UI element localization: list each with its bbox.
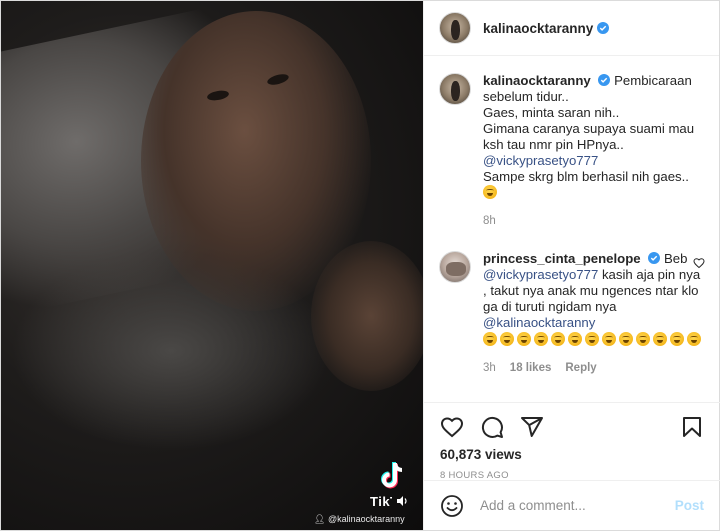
- tiktok-brand-text: TikTok: [370, 494, 408, 509]
- share-icon[interactable]: [520, 415, 544, 439]
- caption-meta: 8h: [483, 213, 705, 229]
- comment-body: princess_cinta_penelope Beb @vickypraset…: [483, 251, 705, 376]
- laughing-emoji-icon: [602, 332, 616, 346]
- emoji-icon[interactable]: [440, 494, 464, 518]
- video-hand-shape: [311, 241, 423, 391]
- grimace-emoji-icon: [483, 185, 497, 199]
- view-count[interactable]: 60,873 views: [440, 447, 704, 462]
- comment-icon[interactable]: [480, 415, 504, 439]
- laughing-emoji-icon: [517, 332, 531, 346]
- add-comment-bar: Post: [424, 480, 720, 530]
- tiktok-watermark-user: 👤︎ @kalinaocktaranny: [314, 514, 405, 524]
- caption-author-avatar[interactable]: [439, 73, 471, 105]
- author-avatar[interactable]: [439, 12, 471, 44]
- laughing-emoji-icon: [500, 332, 514, 346]
- action-icons-row: [440, 409, 704, 445]
- heart-icon[interactable]: [440, 415, 464, 439]
- comment-username[interactable]: princess_cinta_penelope: [483, 251, 641, 266]
- laughing-emoji-icon: [619, 332, 633, 346]
- comment-item: princess_cinta_penelope Beb @vickypraset…: [439, 251, 705, 376]
- post-side-panel: kalinaocktaranny kalinaocktaranny Pembic…: [423, 1, 720, 530]
- post-actions: 60,873 views 8 HOURS AGO: [424, 402, 720, 481]
- verified-badge-icon: [597, 22, 610, 34]
- laughing-emoji-icon: [585, 332, 599, 346]
- save-icon[interactable]: [680, 415, 704, 439]
- comment-meta: 3h 18 likes Reply: [483, 360, 705, 376]
- comment-emoji-line: [483, 332, 705, 348]
- laughing-emoji-icon: [551, 332, 565, 346]
- laughing-emoji-icon: [568, 332, 582, 346]
- laughing-emoji-icon: [653, 332, 667, 346]
- comment-time[interactable]: 3h: [483, 360, 496, 376]
- post-header: kalinaocktaranny: [424, 1, 719, 56]
- caption-item: kalinaocktaranny Pembicaraan sebelum tid…: [439, 73, 705, 229]
- comments-list[interactable]: kalinaocktaranny Pembicaraan sebelum tid…: [424, 57, 720, 402]
- comment-reply-button[interactable]: Reply: [565, 360, 596, 376]
- caption-mention-link[interactable]: @vickyprasetyo777: [483, 153, 705, 169]
- caption-line: Gaes, minta saran nih..: [483, 105, 620, 120]
- comment-mention-link[interactable]: @kalinaocktaranny: [483, 315, 705, 331]
- laughing-emoji-icon: [483, 332, 497, 346]
- laughing-emoji-icon: [534, 332, 548, 346]
- commenter-avatar[interactable]: [439, 251, 471, 283]
- caption-body: kalinaocktaranny Pembicaraan sebelum tid…: [483, 73, 705, 229]
- tiktok-logo-icon: [381, 462, 403, 489]
- caption-line: Gimana caranya supaya suami mau ksh tau …: [483, 121, 695, 152]
- comment-input[interactable]: [480, 498, 675, 513]
- laughing-emoji-icon: [687, 332, 701, 346]
- verified-badge-icon: [648, 252, 661, 264]
- post-video[interactable]: TikTok 👤︎ @kalinaocktaranny: [1, 1, 423, 530]
- caption-time[interactable]: 8h: [483, 213, 496, 229]
- caption-line: Sampe skrg blm berhasil nih gaes..: [483, 169, 689, 184]
- post-comment-button[interactable]: Post: [675, 498, 704, 513]
- comment-text: Beb: [663, 251, 688, 266]
- verified-badge-icon: [598, 74, 611, 86]
- user-glyph-icon: 👤︎: [314, 514, 326, 524]
- laughing-emoji-icon: [670, 332, 684, 346]
- caption-emoji-line: [483, 185, 705, 201]
- laughing-emoji-icon: [636, 332, 650, 346]
- comment-like-heart-icon[interactable]: [693, 257, 705, 269]
- sound-icon[interactable]: [396, 495, 408, 507]
- comment-likes[interactable]: 18 likes: [510, 360, 552, 376]
- author-username[interactable]: kalinaocktaranny: [483, 21, 593, 36]
- comment-mention-link[interactable]: @vickyprasetyo777: [483, 267, 598, 282]
- caption-username[interactable]: kalinaocktaranny: [483, 73, 591, 88]
